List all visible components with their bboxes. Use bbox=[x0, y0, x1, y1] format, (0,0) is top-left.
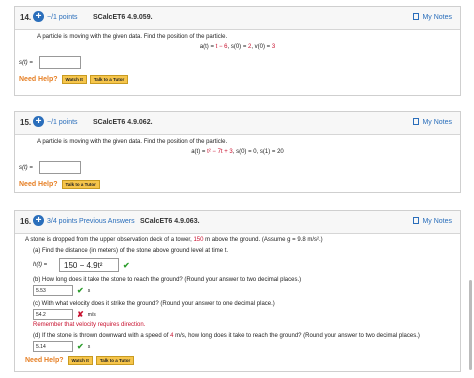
need-help-label: Need Help? bbox=[25, 357, 64, 364]
question-16-card: 16. + 3/4 points Previous Answers SCalcE… bbox=[14, 210, 461, 372]
note-icon bbox=[413, 217, 420, 224]
question-15-card: 15. + −/1 points SCalcET6 4.9.062. My No… bbox=[14, 111, 461, 193]
unit-label: s bbox=[87, 287, 91, 294]
answer-label: s(t) = bbox=[19, 164, 33, 171]
question-prompt: A stone is dropped from the upper observ… bbox=[25, 237, 323, 243]
correct-check-icon: ✔ bbox=[77, 342, 84, 351]
unit-label: m/s bbox=[87, 311, 96, 318]
need-help-label: Need Help? bbox=[19, 181, 58, 188]
correct-check-icon: ✔ bbox=[123, 260, 130, 270]
points-link[interactable]: 3/4 points bbox=[47, 218, 77, 225]
my-notes-link[interactable]: My Notes bbox=[413, 118, 452, 126]
part-a: (a) Find the distance (in meters) of the… bbox=[33, 248, 229, 272]
answer-input[interactable] bbox=[39, 56, 81, 69]
question-number: 14. bbox=[20, 13, 32, 22]
correct-check-icon: ✔ bbox=[77, 286, 84, 295]
expand-icon[interactable]: + bbox=[33, 215, 44, 226]
part-c: (c) With what velocity does it strike th… bbox=[25, 301, 438, 328]
problem-code: SCalcET6 4.9.063. bbox=[140, 218, 200, 225]
c-answer-input[interactable]: 54.2 bbox=[33, 309, 73, 320]
need-help-label: Need Help? bbox=[19, 76, 58, 83]
watch-it-button[interactable]: Watch It bbox=[67, 356, 93, 365]
scrollbar[interactable] bbox=[469, 280, 472, 370]
question-16-header: 16. + 3/4 points Previous Answers SCalcE… bbox=[15, 211, 460, 234]
question-number: 16. bbox=[20, 217, 32, 226]
question-number: 15. bbox=[20, 118, 32, 127]
note-icon bbox=[413, 13, 420, 20]
problem-code: SCalcET6 4.9.059. bbox=[93, 14, 153, 21]
expand-icon[interactable]: + bbox=[33, 116, 44, 127]
unit-label: s bbox=[87, 343, 91, 350]
question-prompt: A particle is moving with the given data… bbox=[37, 34, 228, 40]
h-label: h(t) = bbox=[33, 262, 48, 268]
my-notes-link[interactable]: My Notes bbox=[413, 13, 452, 21]
d-answer-input[interactable]: 5.14 bbox=[33, 341, 73, 352]
question-15-header: 15. + −/1 points SCalcET6 4.9.062. My No… bbox=[15, 112, 460, 135]
question-14-header: 14. + −/1 points SCalcET6 4.9.059. My No… bbox=[15, 7, 460, 30]
given-equation: a(t) = t − 6, s(0) = 2, v(0) = 3 bbox=[199, 44, 276, 50]
points-link[interactable]: −/1 points bbox=[47, 14, 78, 21]
points-link[interactable]: −/1 points bbox=[47, 119, 78, 126]
talk-to-tutor-button[interactable]: Talk to a Tutor bbox=[89, 75, 129, 84]
answer-input[interactable] bbox=[39, 161, 81, 174]
talk-to-tutor-button[interactable]: Talk to a Tutor bbox=[61, 180, 100, 189]
part-b: (b) How long does it take the stone to r… bbox=[33, 277, 302, 296]
question-prompt: A particle is moving with the given data… bbox=[37, 139, 228, 145]
expand-icon[interactable]: + bbox=[33, 11, 44, 22]
incorrect-x-icon: ✘ bbox=[77, 310, 84, 319]
problem-code: SCalcET6 4.9.062. bbox=[93, 119, 153, 126]
answer-label: s(t) = bbox=[19, 59, 33, 66]
talk-to-tutor-button[interactable]: Talk to a Tutor bbox=[95, 356, 135, 365]
given-equation: a(t) = t² − 7t + 3, s(0) = 0, s(1) = 20 bbox=[191, 149, 284, 155]
question-14-card: 14. + −/1 points SCalcET6 4.9.059. My No… bbox=[14, 6, 461, 96]
h-answer-input[interactable]: 150 − 4.9t² bbox=[59, 258, 119, 272]
note-icon bbox=[413, 118, 420, 125]
part-d: (d) If the stone is thrown downward with… bbox=[33, 333, 420, 352]
my-notes-link[interactable]: My Notes bbox=[413, 217, 452, 225]
b-answer-input[interactable]: 5.53 bbox=[33, 285, 73, 296]
hint-text: Remember that velocity requires directio… bbox=[33, 322, 146, 328]
previous-answers-link[interactable]: Previous Answers bbox=[79, 218, 135, 225]
watch-it-button[interactable]: Watch It bbox=[61, 75, 87, 84]
